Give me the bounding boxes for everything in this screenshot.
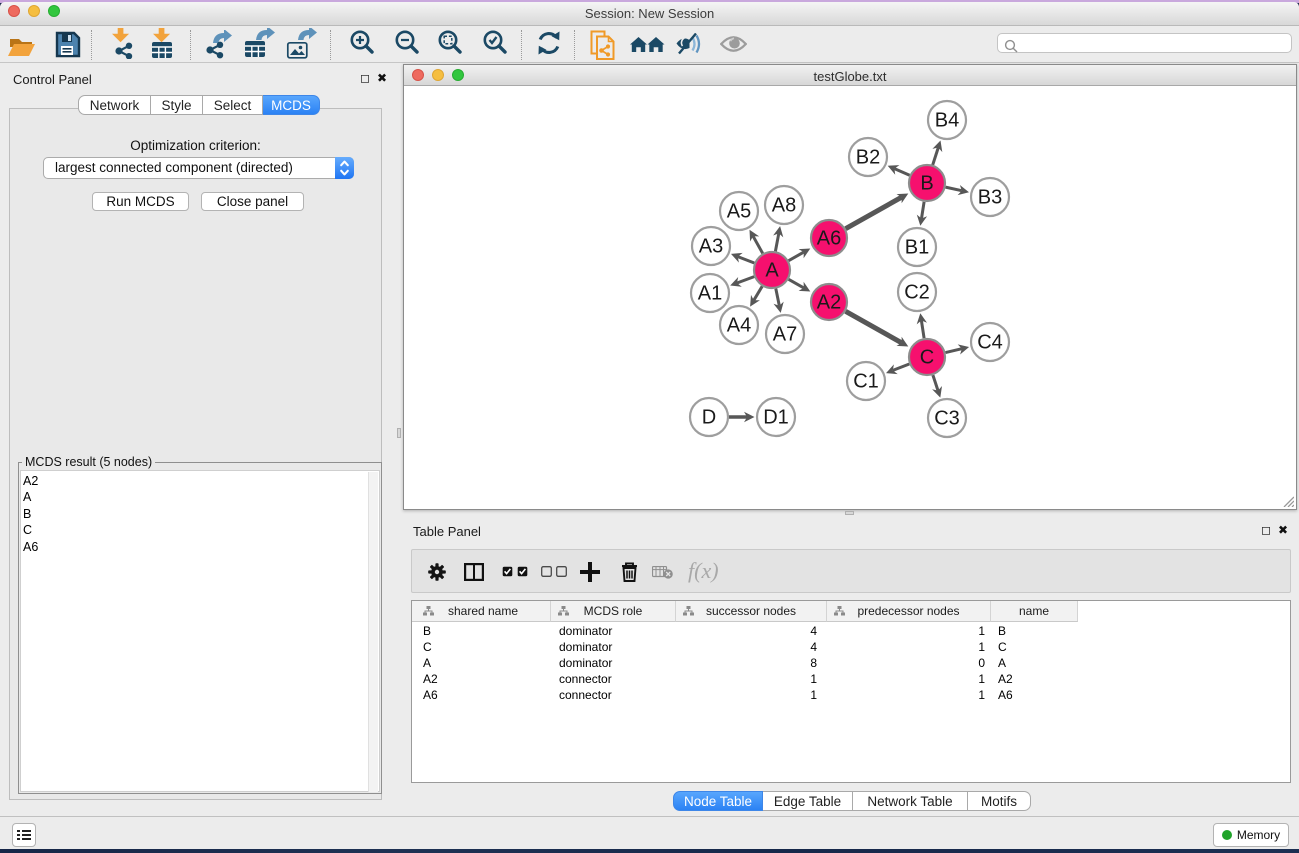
svg-text:A6: A6 (817, 228, 841, 250)
svg-text:B2: B2 (856, 147, 880, 169)
svg-text:A: A (765, 260, 779, 282)
svg-text:B3: B3 (978, 187, 1002, 209)
svg-text:A2: A2 (817, 292, 841, 314)
svg-text:A1: A1 (698, 283, 722, 305)
svg-text:B4: B4 (935, 110, 959, 132)
svg-text:C2: C2 (904, 282, 930, 304)
svg-text:A8: A8 (772, 195, 796, 217)
svg-text:A5: A5 (727, 201, 751, 223)
svg-text:A4: A4 (727, 315, 751, 337)
svg-text:C1: C1 (853, 371, 879, 393)
svg-text:C4: C4 (977, 332, 1003, 354)
svg-text:B1: B1 (905, 237, 929, 259)
svg-text:D: D (702, 407, 716, 429)
svg-text:A3: A3 (699, 236, 723, 258)
svg-text:A7: A7 (773, 324, 797, 346)
svg-text:D1: D1 (763, 407, 789, 429)
svg-text:B: B (920, 173, 933, 195)
svg-text:C: C (920, 347, 934, 369)
svg-text:C3: C3 (934, 408, 960, 430)
